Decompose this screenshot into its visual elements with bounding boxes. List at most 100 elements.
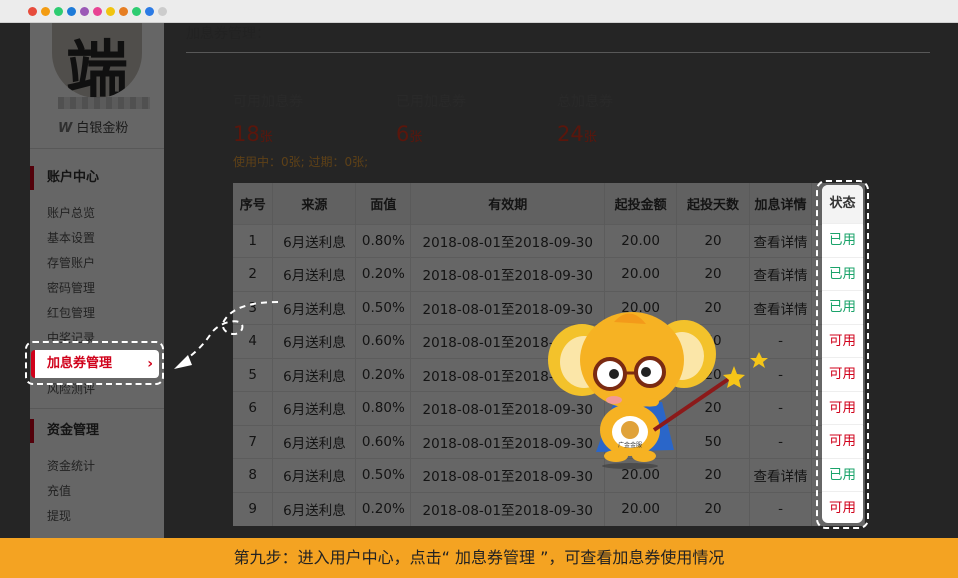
table-cell: 6月送利息 <box>272 391 357 425</box>
table-cell: 20 <box>676 491 751 526</box>
highlight-frame-status <box>816 180 869 529</box>
page-title: 加息券管理： <box>186 26 270 42</box>
column-header: 来源 <box>272 183 357 224</box>
blurred-username <box>58 97 150 109</box>
table-cell: 20 <box>676 223 751 258</box>
table-cell: 0.20% <box>355 357 412 392</box>
table-cell: 0.20% <box>355 257 412 291</box>
view-detail-link[interactable]: 查看详情 <box>749 257 812 291</box>
nav-item-withdraw[interactable]: 提现 <box>47 507 71 524</box>
summary-unit: 张 <box>259 130 273 145</box>
summary-count: 18 <box>233 122 260 146</box>
nav-item-fund-stats[interactable]: 资金统计 <box>47 457 95 474</box>
table-cell: 6月送利息 <box>272 424 357 459</box>
table-cell: 9 <box>233 491 274 526</box>
window-dot <box>28 7 37 16</box>
detail-cell: - <box>749 491 812 526</box>
table-cell: 6月送利息 <box>272 223 357 258</box>
table-cell: 6月送利息 <box>272 491 357 526</box>
table-cell: 20.00 <box>604 491 678 526</box>
summary-value: 18张 <box>233 122 303 146</box>
nav-item-deposit-account[interactable]: 存管账户 <box>47 254 95 271</box>
window-dot <box>119 7 128 16</box>
divider <box>30 408 164 409</box>
table-cell: 7 <box>233 424 274 459</box>
table-cell: 0.20% <box>355 491 412 526</box>
table-cell: 1 <box>233 223 274 258</box>
window-dot <box>132 7 141 16</box>
nav-item-password[interactable]: 密码管理 <box>47 279 95 296</box>
summary-value: 24张 <box>557 122 613 146</box>
summary-label: 总加息券 <box>557 94 613 110</box>
table-cell: 2 <box>233 257 274 291</box>
table-cell: 0.60% <box>355 324 412 358</box>
nav-item-recharge[interactable]: 充值 <box>47 482 71 499</box>
nav-item-settings[interactable]: 基本设置 <box>47 229 95 246</box>
nav-head-account[interactable]: 账户中心 <box>30 166 164 190</box>
window-dot <box>67 7 76 16</box>
window-dot <box>54 7 63 16</box>
table-cell: 6月送利息 <box>272 458 357 492</box>
pointer-arrow-icon <box>174 301 279 369</box>
column-header: 有效期 <box>410 183 606 224</box>
table-row: 9 6月送利息 0.20% 2018-08-01至2018-09-30 20.00 20-… <box>233 491 865 526</box>
title-divider <box>186 52 930 53</box>
member-level-label: 白银金粉 <box>76 121 129 136</box>
summary-unit: 张 <box>409 130 423 145</box>
table-cell: 6 <box>233 391 274 425</box>
window-dot <box>93 7 102 16</box>
avatar-text: 端午 <box>65 33 128 98</box>
table-row: 1 6月送利息 0.80% 2018-08-01至2018-09-30 20.00 20 查… <box>233 223 865 258</box>
table-cell: 20.00 <box>604 223 678 258</box>
summary-unit: 张 <box>583 130 597 145</box>
table-cell: 6月送利息 <box>272 324 357 358</box>
column-header: 序号 <box>233 183 274 224</box>
level-w-icon: W <box>58 121 73 136</box>
table-cell: 6月送利息 <box>272 357 357 392</box>
summary-count: 6 <box>396 122 410 146</box>
mascot-badge-text: 广金金服 <box>618 441 642 449</box>
table-cell: 0.80% <box>355 223 412 258</box>
table-cell: 0.60% <box>355 424 412 459</box>
summary-available: 可用加息券 18张 <box>233 91 303 146</box>
summary-total: 总加息券 24张 <box>557 91 613 146</box>
summary-count: 24 <box>557 122 584 146</box>
browser-bar <box>0 0 958 23</box>
page: 端午 W白银金粉 账户中心 账户总览 基本设置 存管账户 密码管理 红包管理 中… <box>0 23 958 538</box>
highlight-frame-nav <box>25 341 164 385</box>
member-level: W 白银金粉 <box>58 117 128 136</box>
column-header: 加息详情 <box>749 183 812 224</box>
window-dot <box>106 7 115 16</box>
table-cell: 20 <box>676 257 751 291</box>
nav-head-funds[interactable]: 资金管理 <box>30 419 164 443</box>
window-dot <box>145 7 154 16</box>
usage-note: 使用中：0张; 过期：0张; <box>233 155 369 169</box>
table-header: 序号来源面值有效期起投金额起投天数加息详情状态 <box>233 183 865 224</box>
view-detail-link[interactable]: 查看详情 <box>749 223 812 258</box>
table-cell: 2018-08-01至2018-09-30 <box>410 257 606 291</box>
table-cell: 6月送利息 <box>272 290 357 325</box>
table-cell: 20.00 <box>604 257 678 291</box>
table-cell: 2018-08-01至2018-09-30 <box>410 491 606 526</box>
elephant-mascot-icon: 广金金服 <box>548 312 768 469</box>
column-header: 面值 <box>355 183 412 224</box>
divider <box>30 148 164 149</box>
summary-value: 6张 <box>396 122 466 146</box>
table-cell: 0.50% <box>355 458 412 492</box>
nav-item-redpacket[interactable]: 红包管理 <box>47 304 95 321</box>
tutorial-instruction: 第九步：进入用户中心，点击“ 加息券管理 ”，可查看加息券使用情况 <box>0 538 958 578</box>
table-cell: 6月送利息 <box>272 257 357 291</box>
summary-label: 已用加息券 <box>396 94 466 110</box>
summary-label: 可用加息券 <box>233 94 303 110</box>
window-dot <box>158 7 167 16</box>
column-header: 起投金额 <box>604 183 678 224</box>
table-cell: 2018-08-01至2018-09-30 <box>410 223 606 258</box>
table-cell: 8 <box>233 458 274 492</box>
nav-item-overview[interactable]: 账户总览 <box>47 204 95 221</box>
table-cell: 0.50% <box>355 290 412 325</box>
window-dot <box>80 7 89 16</box>
sidebar: 端午 W白银金粉 账户中心 账户总览 基本设置 存管账户 密码管理 红包管理 中… <box>30 23 164 538</box>
window-dots <box>28 7 167 16</box>
avatar[interactable]: 端午 <box>52 23 142 98</box>
table-row: 2 6月送利息 0.20% 2018-08-01至2018-09-30 20.00 20 查… <box>233 257 865 291</box>
